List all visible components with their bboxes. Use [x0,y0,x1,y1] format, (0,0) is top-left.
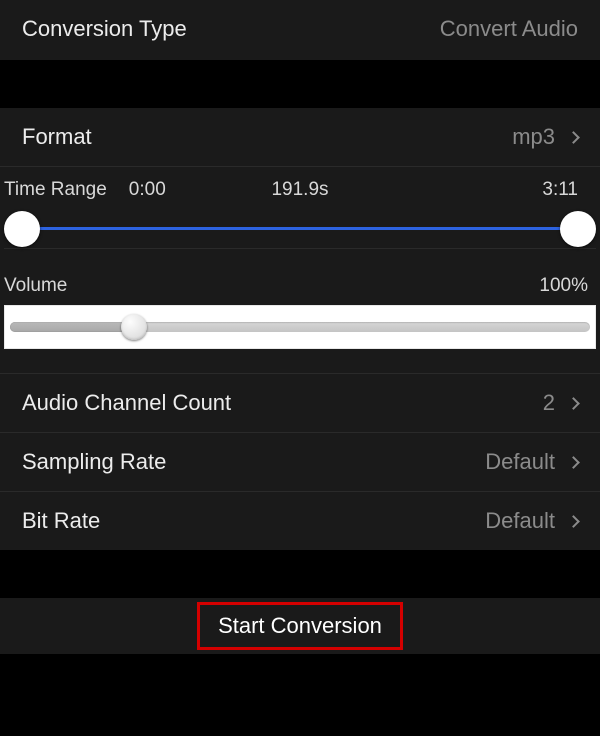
conversion-type-label: Conversion Type [22,16,187,42]
chevron-right-icon [567,131,580,144]
bit-rate-row[interactable]: Bit Rate Default [0,492,600,550]
settings-panel: Format mp3 Time Range 0:00 191.9s 3:11 V… [0,108,600,550]
spacer [0,60,600,108]
time-range-end: 3:11 [542,179,578,201]
bit-rate-value: Default [485,508,555,534]
format-row[interactable]: Format mp3 [0,108,600,167]
audio-channel-row[interactable]: Audio Channel Count 2 [0,374,600,433]
chevron-right-icon [567,397,580,410]
conversion-type-value: Convert Audio [440,16,578,42]
bottom-bar: Start Conversion [0,598,600,654]
time-range-duration: 191.9s [271,179,328,201]
chevron-right-icon [567,515,580,528]
bit-rate-label: Bit Rate [22,508,100,534]
conversion-type-row[interactable]: Conversion Type Convert Audio [0,0,600,60]
time-range-track [24,227,576,230]
time-range-start: 0:00 [129,179,166,201]
time-range-thumb-start[interactable] [4,211,40,247]
volume-thumb[interactable] [121,314,147,340]
volume-slider[interactable] [4,305,596,349]
spacer [0,654,600,714]
chevron-right-icon [567,456,580,469]
volume-label: Volume [4,275,67,297]
sampling-rate-value: Default [485,449,555,475]
time-range-thumb-end[interactable] [560,211,596,247]
volume-value: 100% [539,275,588,297]
time-range-section: Time Range 0:00 191.9s 3:11 [0,167,600,265]
sampling-rate-label: Sampling Rate [22,449,166,475]
format-value: mp3 [512,124,555,150]
time-range-readout: Time Range 0:00 191.9s 3:11 [0,167,600,209]
volume-section: Volume 100% [0,265,600,374]
start-conversion-button[interactable]: Start Conversion [197,602,403,650]
sampling-rate-row[interactable]: Sampling Rate Default [0,433,600,492]
audio-channel-value: 2 [543,390,555,416]
format-label: Format [22,124,92,150]
spacer [0,550,600,598]
volume-readout: Volume 100% [0,265,600,305]
volume-fill [10,322,128,332]
audio-channel-label: Audio Channel Count [22,390,231,416]
time-range-slider[interactable] [4,209,596,249]
time-range-label: Time Range [4,179,107,201]
